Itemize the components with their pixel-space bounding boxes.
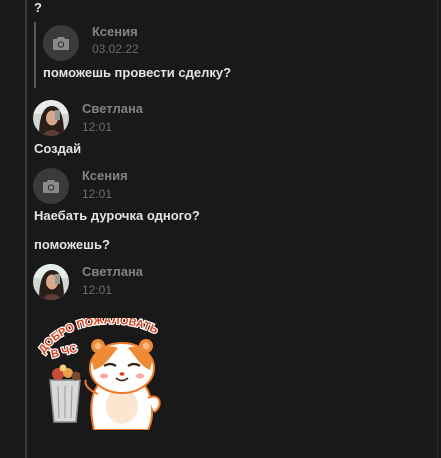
message-text: поможешь? <box>34 237 110 252</box>
quote-bar <box>34 22 36 88</box>
left-divider <box>25 0 27 458</box>
message-author[interactable]: Ксения <box>82 168 128 184</box>
message-time: 12:01 <box>82 120 113 134</box>
avatar-kseniya[interactable] <box>33 168 69 204</box>
camera-icon <box>53 36 69 50</box>
message-text: Создай <box>34 141 82 156</box>
message-author[interactable]: Светлана <box>82 264 143 280</box>
avatar-photo <box>33 264 69 300</box>
right-divider <box>437 0 438 458</box>
avatar-kseniya-quote[interactable] <box>43 25 79 61</box>
camera-icon <box>43 179 59 193</box>
message-author[interactable]: Светлана <box>82 101 143 117</box>
avatar-photo <box>33 100 69 136</box>
chat-history: ? Ксения 03.02.22 поможешь провести сдел… <box>0 0 441 458</box>
quote-author[interactable]: Ксения <box>92 24 138 40</box>
avatar-svetlana[interactable] <box>33 100 69 136</box>
quote-date: 03.02.22 <box>92 42 139 56</box>
quote-text: поможешь провести сделку? <box>43 65 232 80</box>
message-time: 12:01 <box>82 187 113 201</box>
avatar-svetlana[interactable] <box>33 264 69 300</box>
message-fragment: ? <box>34 0 42 15</box>
message-text: Наебать дурочка одного? <box>34 208 200 223</box>
sticker-hamster[interactable]: ДОБРО ПОЖАЛОВАТЬ В ЧС <box>36 318 178 430</box>
message-time: 12:01 <box>82 283 113 297</box>
